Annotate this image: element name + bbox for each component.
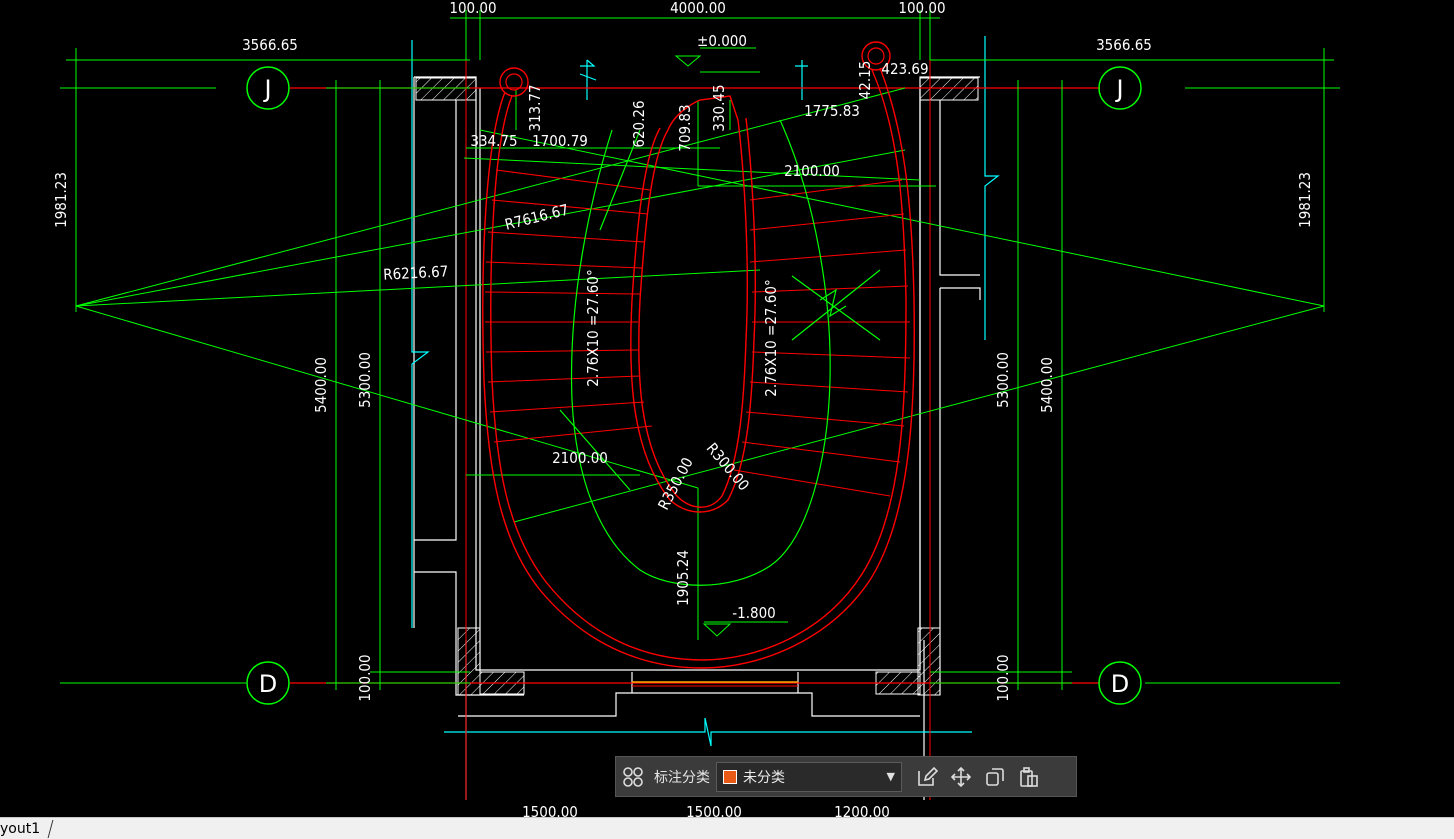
level-top: ±0.000	[697, 32, 747, 50]
dim-5300-right: 5300.00	[994, 352, 1012, 408]
status-bar: yout1	[0, 817, 1454, 839]
axis-bubble-j-left: J	[246, 66, 290, 110]
stair-step-label-right: 2.76X10 =27.60°	[762, 279, 780, 396]
dim-1775: 1775.83	[804, 102, 860, 120]
dim-313: 313.77	[526, 84, 544, 131]
svg-text:J: J	[1114, 75, 1123, 103]
dimension-lines	[66, 10, 1334, 690]
axis-bubble-d-right: D	[1098, 661, 1142, 705]
dim-5300-left: 5300.00	[356, 352, 374, 408]
copy-icon[interactable]	[978, 760, 1012, 794]
drawing-viewport[interactable]: J J D D 100.00 4000.00 100.00 3566.65 35…	[0, 0, 1454, 817]
dim-3566-right: 3566.65	[1096, 36, 1152, 54]
svg-text:D: D	[259, 670, 277, 698]
paste-icon[interactable]	[1012, 760, 1046, 794]
dim-620: 620.26	[630, 100, 648, 147]
annotation-category-label: 标注分类	[654, 769, 710, 786]
dim-5400-left: 5400.00	[312, 357, 330, 413]
dim-top-100-right: 100.00	[898, 0, 945, 17]
radius-7616: R7616.67	[503, 201, 571, 234]
axis-bubble-d-left: D	[246, 661, 290, 705]
dim-100-bottom-left: 100.00	[356, 654, 374, 701]
axis-bubble-j-right: J	[1098, 66, 1142, 110]
dim-3566-left: 3566.65	[242, 36, 298, 54]
dim-423: 423.69	[881, 60, 928, 78]
move-icon[interactable]	[944, 760, 978, 794]
layout-tab[interactable]: yout1	[0, 819, 55, 839]
dim-100-bottom-right: 100.00	[994, 654, 1012, 701]
dim-top-100-left: 100.00	[449, 0, 496, 17]
chevron-down-icon: ▼	[886, 770, 895, 783]
dim-2100-bottom: 2100.00	[552, 449, 608, 467]
dim-1700: 1700.79	[532, 132, 588, 150]
stair-step-label-left: 2.76X10 =27.60°	[584, 269, 602, 386]
dim-2100-top: 2100.00	[784, 162, 840, 180]
svg-text:J: J	[262, 75, 271, 103]
axis-lines	[60, 20, 1340, 800]
layout-tab-label: yout1	[0, 821, 41, 837]
svg-text:D: D	[1111, 670, 1129, 698]
break-symbol	[791, 269, 881, 341]
level-bottom: -1.800	[732, 604, 776, 622]
cad-drawing[interactable]: J J D D 100.00 4000.00 100.00 3566.65 35…	[0, 0, 1454, 817]
annotation-category-select[interactable]: 未分类 ▼	[716, 761, 902, 792]
dim-334: 334.75	[470, 132, 517, 150]
annotation-toolbar: 标注分类 未分类 ▼	[615, 756, 1077, 797]
door-threshold	[632, 681, 798, 687]
dim-5400-right: 5400.00	[1038, 357, 1056, 413]
dim-bottom-1200: 1200.00	[834, 803, 890, 817]
stair-outline	[482, 67, 915, 669]
dim-bottom-1500a: 1500.00	[522, 803, 578, 817]
dim-1981-left: 1981.23	[52, 172, 70, 228]
dim-top-4000: 4000.00	[670, 0, 726, 17]
dim-42: 42.15	[856, 61, 874, 100]
grid-icon[interactable]	[616, 760, 650, 794]
radius-300: R300.00	[703, 439, 753, 494]
dim-1905: 1905.24	[674, 550, 692, 606]
dim-709: 709.83	[676, 104, 694, 151]
dim-330: 330.45	[710, 84, 728, 131]
radius-6216: R6216.67	[383, 262, 449, 283]
dim-1981-right: 1981.23	[1296, 172, 1314, 228]
edit-icon[interactable]	[910, 760, 944, 794]
dim-bottom-1500b: 1500.00	[686, 803, 742, 817]
category-color-swatch	[723, 769, 737, 784]
annotation-category-value: 未分类	[743, 769, 785, 786]
